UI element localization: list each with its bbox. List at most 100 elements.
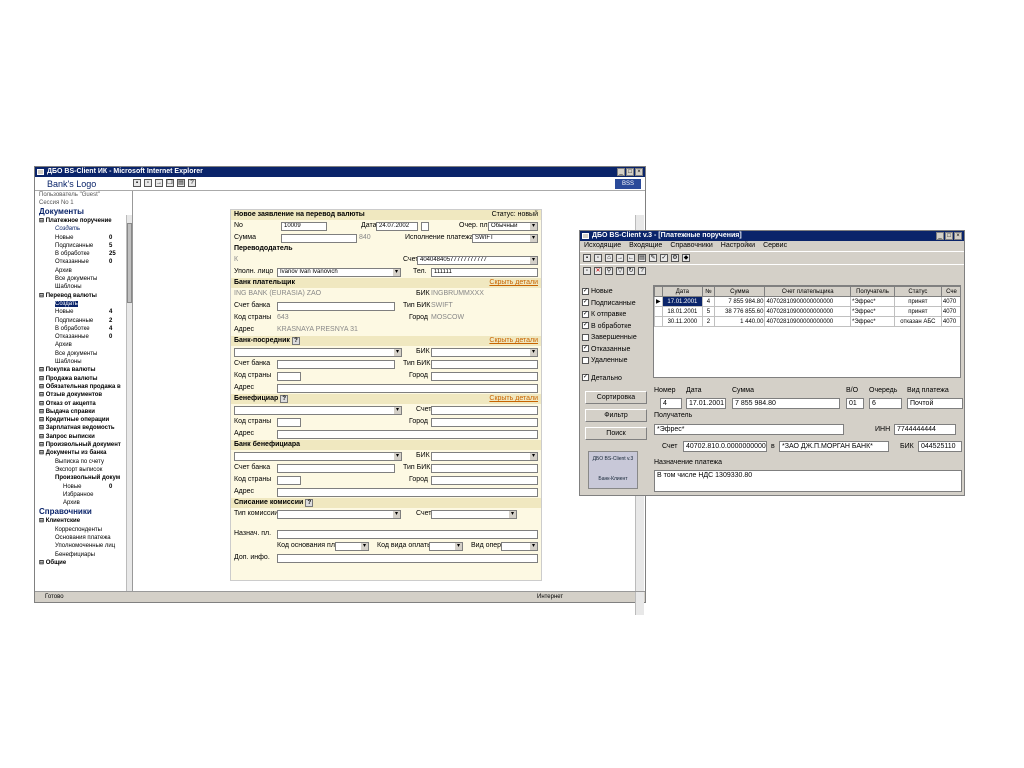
- account-field[interactable]: 40702.810.0.00000000000: [683, 441, 767, 452]
- tree-item[interactable]: Архив: [35, 267, 132, 275]
- col-number[interactable]: №: [702, 286, 715, 297]
- tree-item[interactable]: Шаблоны: [35, 283, 132, 291]
- benef-bank-select[interactable]: [234, 452, 402, 461]
- expand-icon[interactable]: ⊟: [39, 425, 46, 431]
- optype-code-select[interactable]: [429, 542, 463, 551]
- expand-icon[interactable]: ⊟: [39, 417, 46, 423]
- op-type-select[interactable]: [501, 542, 538, 551]
- tree-item[interactable]: Выписка по счету: [35, 458, 132, 466]
- checkbox-icon[interactable]: [582, 356, 589, 364]
- menu-incoming[interactable]: Входящие: [629, 241, 662, 251]
- tree-item[interactable]: Архив: [35, 341, 132, 349]
- checkbox-icon[interactable]: ✓: [582, 299, 589, 307]
- tree-item[interactable]: Произвольный докум: [35, 474, 132, 482]
- benef-bank-bic-type[interactable]: [431, 464, 538, 473]
- tree-item[interactable]: ⊟ Перевод валюты: [35, 292, 132, 300]
- col-date[interactable]: Дата: [661, 286, 704, 297]
- col-sum[interactable]: Сумма: [713, 286, 766, 297]
- copy-icon[interactable]: ❐: [166, 179, 174, 187]
- purpose-input[interactable]: [277, 530, 538, 539]
- detail-checkbox[interactable]: ✓ Детально: [582, 374, 650, 386]
- col-status[interactable]: Статус: [893, 286, 942, 297]
- recipient-field[interactable]: *Эфрес*: [654, 424, 844, 435]
- help-icon[interactable]: ?: [291, 337, 300, 345]
- print-icon[interactable]: ▤: [638, 254, 646, 262]
- delete-icon[interactable]: ✕: [594, 267, 602, 275]
- tree-item[interactable]: ⊟ Выдача справки: [35, 408, 132, 416]
- filter-checkbox[interactable]: Завершенные: [582, 333, 650, 345]
- refresh-icon[interactable]: ↻: [627, 267, 635, 275]
- tree-item[interactable]: Отказанные 0: [35, 333, 132, 341]
- expand-icon[interactable]: ⊟: [39, 409, 46, 415]
- settings-icon[interactable]: ◆: [682, 254, 690, 262]
- inn-field[interactable]: 7744444444: [894, 424, 956, 435]
- hide-details-link-1[interactable]: Скрыть детали: [489, 278, 538, 288]
- close-button[interactable]: ×: [954, 232, 962, 240]
- tree-item[interactable]: Новые 0: [35, 234, 132, 242]
- help-icon[interactable]: ?: [280, 395, 289, 403]
- sidebar-scrollbar[interactable]: [126, 215, 132, 591]
- pay-type-field[interactable]: Почтой: [907, 398, 963, 409]
- help-icon[interactable]: ?: [305, 499, 314, 507]
- tree-item[interactable]: Экспорт выписок: [35, 466, 132, 474]
- tree-item[interactable]: Новые 4: [35, 308, 132, 316]
- sum-field[interactable]: 7 855 984.80: [732, 398, 840, 409]
- expand-icon[interactable]: ⊟: [39, 367, 46, 373]
- tree-item[interactable]: Избранное: [35, 491, 132, 499]
- tree-item[interactable]: ⊟ Зарплатная ведомость: [35, 424, 132, 432]
- tree-item[interactable]: ⊟ Платежное поручение: [35, 217, 132, 225]
- search-icon[interactable]: ⚲: [605, 267, 613, 275]
- date-field[interactable]: 17.01.2001: [686, 398, 726, 409]
- tree-item[interactable]: Подписанные 5: [35, 242, 132, 250]
- filter-checkbox[interactable]: ✓ Отказанные: [582, 345, 650, 357]
- beneficiary-addr[interactable]: [277, 430, 538, 439]
- intermediary-bic-type[interactable]: [431, 360, 538, 369]
- benef-bank-city[interactable]: [431, 476, 538, 485]
- expand-icon[interactable]: ⊟: [39, 384, 46, 390]
- tree-item[interactable]: ⊟ Отказ от акцепта: [35, 400, 132, 408]
- tree-item[interactable]: ⊟ Документы из банка: [35, 449, 132, 457]
- expand-icon[interactable]: ⊟: [39, 218, 46, 224]
- tree-item[interactable]: Архив: [35, 499, 132, 507]
- basis-code-select[interactable]: [335, 542, 369, 551]
- beneficiary-country[interactable]: [277, 418, 301, 427]
- expand-icon[interactable]: ⊟: [39, 392, 46, 398]
- tools-icon[interactable]: ⚙: [671, 254, 679, 262]
- calendar-icon[interactable]: [421, 222, 429, 231]
- save-icon[interactable]: ▪: [583, 254, 591, 262]
- filter-checkbox[interactable]: ✓ В обработке: [582, 322, 650, 334]
- tree-item[interactable]: Создать: [35, 300, 132, 308]
- new-doc-icon[interactable]: ▫: [594, 254, 602, 262]
- refs-item[interactable]: Корреспонденты: [35, 526, 132, 534]
- filter-checkbox[interactable]: ✓ Подписанные: [582, 299, 650, 311]
- expand-icon[interactable]: ⊟: [39, 401, 46, 407]
- bank-acc-input[interactable]: [277, 302, 395, 311]
- filter-checkbox[interactable]: ✓ К отправке: [582, 310, 650, 322]
- col-account[interactable]: Сче: [940, 286, 960, 297]
- help-icon[interactable]: ?: [188, 179, 196, 187]
- intermediary-acc-input[interactable]: [277, 360, 395, 369]
- tel-input[interactable]: 111111: [431, 268, 538, 277]
- verify-icon[interactable]: ✓: [660, 254, 668, 262]
- tree-item[interactable]: Подписанные 2: [35, 317, 132, 325]
- queue-field[interactable]: 6: [869, 398, 902, 409]
- beneficiary-select[interactable]: [234, 406, 402, 415]
- minimize-button[interactable]: _: [617, 168, 625, 176]
- send-icon[interactable]: →: [616, 254, 624, 262]
- intermediary-bic-select[interactable]: [431, 348, 538, 357]
- checkbox-icon[interactable]: ✓: [582, 374, 589, 382]
- refs-item[interactable]: Бенефициары: [35, 551, 132, 559]
- checkbox-icon[interactable]: ✓: [582, 345, 589, 353]
- tree-item[interactable]: ⊟ Произвольный документ: [35, 441, 132, 449]
- table-row[interactable]: 30.11.2000 2 1 440.00 40702810900000000000 *…: [654, 316, 960, 327]
- menu-outgoing[interactable]: Исходящие: [584, 241, 621, 251]
- expand-icon[interactable]: ⊟: [39, 560, 46, 566]
- menu-references[interactable]: Справочники: [670, 241, 712, 251]
- table-row[interactable]: ▶ 17.01.2001 4 7 855 984.80 4070281090000000…: [654, 296, 960, 307]
- tree-item[interactable]: Создать: [35, 225, 132, 233]
- tree-item[interactable]: Отказанные 0: [35, 258, 132, 266]
- vo-field[interactable]: 01: [846, 398, 864, 409]
- sum-input[interactable]: [281, 234, 357, 243]
- benef-bank-acc[interactable]: [277, 464, 395, 473]
- hide-details-link-3[interactable]: Скрыть детали: [489, 394, 538, 404]
